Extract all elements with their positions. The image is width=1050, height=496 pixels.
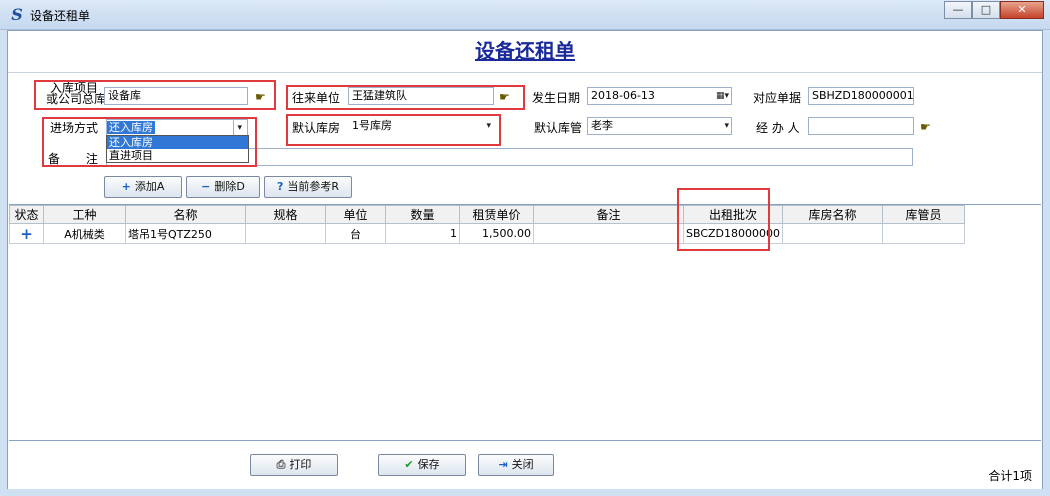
close-button[interactable]: ⇥ 关闭 <box>478 454 554 476</box>
ref-label: 对应单据 <box>753 91 802 105</box>
handler-label: 经 办 人 <box>756 121 800 135</box>
warehouse-label-line2: 或公司总库 <box>46 92 107 106</box>
cell-price[interactable]: 1,500.00 <box>459 223 534 244</box>
save-button-label: 保存 <box>417 458 440 471</box>
items-table: 状态 工种 名称 规格 单位 数量 租赁单价 备注 出租批次 库房名称 库管员 … <box>9 205 966 244</box>
minimize-button[interactable]: — <box>944 1 972 19</box>
cell-remark[interactable] <box>533 223 684 244</box>
lookup-hand-icon[interactable]: ☛ <box>255 91 273 103</box>
print-button[interactable]: ⎙ 打印 <box>250 454 338 476</box>
date-value: 2018-06-13 <box>591 89 655 102</box>
remark-label: 备 注 <box>48 150 98 167</box>
close-window-button[interactable]: ✕ <box>1000 1 1044 19</box>
reference-button[interactable]: ? 当前参考R <box>264 176 352 198</box>
default-keeper-select[interactable]: 老李 ▾ <box>587 117 732 135</box>
table-row[interactable]: + A机械类 塔吊1号QTZ250 台 1 1,500.00 SBCZD1800… <box>9 223 966 244</box>
header-fields-panel: 入库项目 或公司总库 设备库 ☛ 往来单位 王猛建筑队 ☛ 发生日期 2018-… <box>8 73 1042 203</box>
add-button-label: 添加A <box>134 180 165 193</box>
remark-label-part2: 注 <box>85 152 98 166</box>
exit-icon: ⇥ <box>498 458 508 471</box>
col-spec[interactable]: 规格 <box>245 205 326 224</box>
handler-field[interactable] <box>808 117 914 135</box>
entry-mode-value: 还入库房 <box>107 121 155 134</box>
maximize-button[interactable]: □ <box>972 1 1000 19</box>
reference-button-label: 当前参考R <box>287 180 340 193</box>
checkmark-icon: ✔ <box>404 458 414 471</box>
cell-type[interactable]: A机械类 <box>43 223 126 244</box>
default-store-label: 默认库房 <box>292 121 341 135</box>
ref-field[interactable]: SBHZD180000001 <box>808 87 914 105</box>
col-price[interactable]: 租赁单价 <box>459 205 534 224</box>
entry-mode-label: 进场方式 <box>50 121 99 135</box>
col-name[interactable]: 名称 <box>125 205 246 224</box>
delete-button[interactable]: − 删除D <box>186 176 260 198</box>
window-title: 设备还租单 <box>30 9 91 23</box>
remark-label-part1: 备 <box>48 152 61 166</box>
title-bar: S 设备还租单 — □ ✕ <box>0 0 1050 30</box>
col-status[interactable]: 状态 <box>9 205 44 224</box>
partner-lookup-hand-icon[interactable]: ☛ <box>499 91 517 103</box>
chevron-down-icon[interactable]: ▾ <box>486 118 491 134</box>
footer-bar: ⎙ 打印 ✔ 保存 ⇥ 关闭 合计1项 <box>8 441 1042 489</box>
warehouse-label: 入库项目 或公司总库 <box>46 82 107 106</box>
entry-mode-dropdown-list: 还入库房 直进项目 <box>106 135 249 163</box>
page-title: 设备还租单 <box>475 39 575 63</box>
cell-unit[interactable]: 台 <box>325 223 386 244</box>
warehouse-field[interactable]: 设备库 <box>104 87 248 105</box>
total-count: 合计1项 <box>988 469 1032 483</box>
default-store-value: 1号库房 <box>352 119 392 132</box>
cell-spec[interactable] <box>245 223 326 244</box>
partner-field[interactable]: 王猛建筑队 <box>348 87 494 105</box>
handler-lookup-hand-icon[interactable]: ☛ <box>920 121 938 133</box>
col-batch[interactable]: 出租批次 <box>682 205 784 224</box>
form-client-area: 设备还租单 入库项目 或公司总库 设备库 ☛ 往来单位 王猛建筑队 ☛ 发生日期… <box>7 30 1043 489</box>
partner-label: 往来单位 <box>292 91 341 105</box>
close-button-label: 关闭 <box>511 458 534 471</box>
status-plus-icon: + <box>20 224 33 243</box>
entry-mode-option[interactable]: 还入库房 <box>107 136 248 149</box>
col-qty[interactable]: 数量 <box>385 205 460 224</box>
col-type[interactable]: 工种 <box>43 205 126 224</box>
cell-keeper[interactable] <box>882 223 966 244</box>
items-grid: 状态 工种 名称 规格 单位 数量 租赁单价 备注 出租批次 库房名称 库管员 … <box>9 204 1041 441</box>
chevron-down-icon[interactable]: ▾ <box>724 118 729 134</box>
cell-qty[interactable]: 1 <box>385 223 460 244</box>
add-button[interactable]: + 添加A <box>104 176 182 198</box>
help-icon: ? <box>276 180 284 193</box>
plus-icon: + <box>121 180 131 193</box>
default-store-select[interactable]: 1号库房 ▾ <box>348 117 494 135</box>
date-field[interactable]: 2018-06-13 ▦▾ <box>587 87 732 105</box>
entry-mode-option[interactable]: 直进项目 <box>107 149 248 162</box>
cell-status: + <box>9 223 44 244</box>
window-controls: — □ ✕ <box>944 1 1044 19</box>
table-header-row: 状态 工种 名称 规格 单位 数量 租赁单价 备注 出租批次 库房名称 库管员 <box>9 205 966 224</box>
col-store[interactable]: 库房名称 <box>782 205 884 224</box>
delete-button-label: 删除D <box>214 180 245 193</box>
minus-icon: − <box>201 180 211 193</box>
date-label: 发生日期 <box>532 91 581 105</box>
col-remark[interactable]: 备注 <box>533 205 684 224</box>
printer-icon: ⎙ <box>276 458 286 471</box>
app-logo-icon: S <box>11 5 23 24</box>
print-button-label: 打印 <box>289 458 312 471</box>
calendar-dropdown-icon[interactable]: ▦▾ <box>716 88 729 104</box>
cell-name[interactable]: 塔吊1号QTZ250 <box>125 223 246 244</box>
default-keeper-label: 默认库管 <box>534 121 583 135</box>
col-keeper[interactable]: 库管员 <box>882 205 966 224</box>
chevron-down-icon[interactable]: ▾ <box>233 120 245 136</box>
cell-batch[interactable]: SBCZD18000000 <box>682 223 784 244</box>
col-unit[interactable]: 单位 <box>325 205 386 224</box>
cell-store[interactable] <box>782 223 884 244</box>
default-keeper-value: 老李 <box>591 119 613 132</box>
save-button[interactable]: ✔ 保存 <box>378 454 466 476</box>
